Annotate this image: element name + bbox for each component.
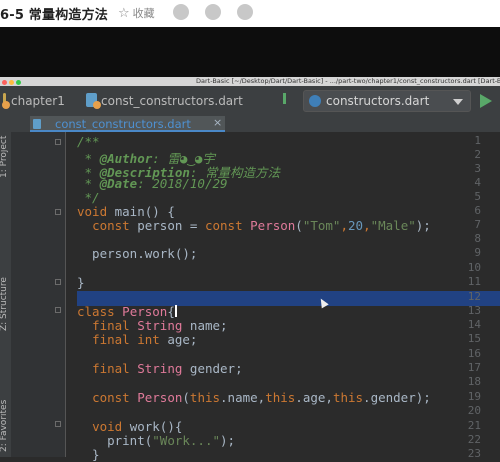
code-line: print("Work..."); [77,433,236,448]
line-number: 12 [467,290,481,303]
line-number: 21 [467,419,481,432]
line-number: 8 [474,232,481,245]
favorites-tool-button[interactable]: 2: Favorites [0,400,9,452]
dart-file-icon [86,93,101,109]
line-number: 10 [467,261,481,274]
code-line: final String name; [92,318,228,333]
code-line: * @Date: 2018/10/29 [77,176,228,191]
line-number: 1 [474,134,481,147]
line-number: 23 [467,447,481,460]
weibo-icon[interactable] [237,4,253,20]
chevron-down-icon [453,99,463,105]
dart-file-icon [33,119,41,129]
line-number: 22 [467,433,481,446]
web-header: 6-5 常量构造方法 ☆ 收藏 [0,0,500,27]
window-controls[interactable] [2,79,23,86]
wechat-icon[interactable] [173,4,189,20]
line-number: 9 [474,246,481,259]
tab-const-constructors[interactable]: const_constructors.dart × [30,116,225,132]
line-number: 4 [474,176,481,189]
code-line: person.work(); [77,246,198,261]
structure-tool-button[interactable]: Z: Structure [0,277,9,331]
line-number: 17 [467,361,481,374]
bell-icon[interactable] [205,4,221,20]
line-number: 15 [467,332,481,345]
fold-icon[interactable] [55,421,61,427]
code-line: const Person(this.name,this.age,this.gen… [92,390,431,405]
code-line: final String gender; [92,361,243,376]
code-line: */ [77,190,100,205]
video-letterbox [0,27,500,77]
line-number: 6 [474,204,481,217]
project-tool-button[interactable]: 1: Project [0,136,9,178]
line-number: 2 [474,148,481,161]
fold-icon[interactable] [55,307,61,313]
vcs-update-icon[interactable] [283,93,286,104]
code-line: void main() { [77,204,175,219]
line-number: 13 [467,304,481,317]
text-cursor [174,305,177,317]
window-title: Dart-Basic [~/Desktop/Dart/Dart-Basic] -… [196,77,500,85]
line-number: 18 [467,375,481,388]
line-number: 3 [474,162,481,175]
page-title: 6-5 常量构造方法 [0,8,109,23]
tab-label: const_constructors.dart [55,117,191,131]
code-editor[interactable]: 1 2 3 4 5 6 7 8 9 10 11 12 13 14 15 16 17 18 19 20 21 22 23 /*… [11,132,500,462]
line-number: 16 [467,347,481,360]
code-line: class Person{ [77,304,177,319]
run-configuration-select[interactable]: constructors.dart [303,90,471,112]
breadcrumb-file[interactable]: const_constructors.dart [101,94,243,108]
close-window-icon[interactable] [2,80,7,85]
line-number: 19 [467,390,481,403]
fold-icon[interactable] [55,139,61,145]
zoom-window-icon[interactable] [16,80,21,85]
star-icon: ☆ [118,6,130,21]
fold-icon[interactable] [55,209,61,215]
line-number: 11 [467,275,481,288]
line-number: 5 [474,190,481,203]
breadcrumb-chapter1[interactable]: chapter1 [11,94,65,108]
fold-icon[interactable] [55,279,61,285]
code-line: } [77,275,85,290]
minimize-window-icon[interactable] [9,80,14,85]
favorite-label: 收藏 [132,7,155,20]
code-line: final int age; [92,332,198,347]
window-title-bar: Dart-Basic [~/Desktop/Dart/Dart-Basic] -… [0,77,500,86]
editor-tab-row: const_constructors.dart × [11,116,500,132]
code-line: /** [77,134,100,149]
line-number: 14 [467,318,481,331]
code-line: } [77,447,100,462]
run-configuration-label: constructors.dart [326,94,430,108]
run-button[interactable] [480,94,492,108]
line-number-gutter [11,132,66,457]
code-line: void work(){ [92,419,183,434]
code-line: const person = const Person("Tom",20,"Ma… [92,218,431,233]
favorite-button[interactable]: ☆ 收藏 [118,5,155,21]
dart-icon [309,95,321,107]
line-number: 20 [467,404,481,417]
line-number: 7 [474,218,481,231]
folder-icon [2,93,10,109]
close-tab-icon[interactable]: × [213,116,222,129]
